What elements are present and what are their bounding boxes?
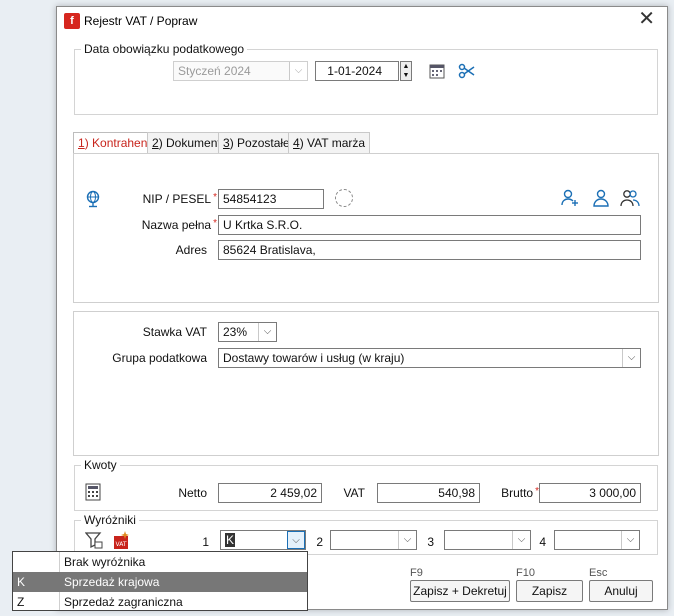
date-spinner[interactable]: ▲ ▼ (400, 61, 412, 81)
chevron-down-icon: ⌵ (289, 62, 307, 80)
list-item[interactable]: K Sprzedaż krajowa (13, 572, 307, 592)
tab-kontrahent-label: ) Kontrahent (84, 136, 151, 150)
net-input[interactable]: 2 459,02 (218, 483, 322, 503)
window-title: Rejestr VAT / Popraw (84, 14, 198, 28)
f9-hotkey: F9 (410, 567, 423, 579)
tab-kontrahent-num: 1 (78, 136, 85, 150)
month-select[interactable]: Styczeń 2024 ⌵ (173, 61, 308, 81)
tax-group-select[interactable]: Dostawy towarów i usług (w kraju) ⌵ (218, 348, 641, 368)
gross-label-text: Brutto (501, 486, 534, 500)
name-label: Nazwa pełna * (97, 218, 217, 232)
vat-rate-label: Stawka VAT (142, 325, 207, 339)
svg-text:VAT: VAT (115, 541, 126, 548)
nip-label-text: NIP / PESEL (142, 192, 212, 206)
save-button[interactable]: Zapisz (516, 580, 583, 602)
marker-2-select[interactable]: ⌵ (330, 530, 417, 550)
esc-hotkey: Esc (589, 567, 608, 579)
users-icon[interactable] (620, 189, 640, 210)
vat-rate-value: 23% (223, 325, 248, 339)
tab-vat-marza[interactable]: 4) VAT marża (288, 132, 371, 153)
marker-2-label: 2 (316, 535, 323, 549)
address-label: Adres (175, 243, 207, 257)
vat-marker-icon[interactable]: VAT (111, 530, 131, 553)
tab-vat-marza-label: ) VAT marża (299, 136, 366, 150)
tax-obligation-legend: Data obowiązku podatkowego (81, 42, 248, 56)
vat-amount-input[interactable]: 540,98 (377, 483, 480, 503)
scissors-icon[interactable] (458, 62, 476, 83)
chevron-down-icon: ⌵ (621, 531, 639, 549)
chevron-down-icon: ⌵ (622, 349, 640, 367)
chevron-down-icon: ⌵ (398, 531, 416, 549)
vat-rate-select[interactable]: 23% ⌵ (218, 322, 277, 342)
markers-legend: Wyróżniki (81, 513, 139, 527)
filter-icon[interactable] (84, 531, 103, 552)
tab-pozostale-label: ) Pozostałe (229, 136, 290, 150)
date-input[interactable]: 1-01-2024 (315, 61, 399, 81)
chevron-down-icon: ⌵ (287, 531, 305, 549)
title-bar: f Rejestr VAT / Popraw ✕ (57, 7, 667, 35)
marker-dropdown-list: Brak wyróżnika K Sprzedaż krajowa Z Sprz… (12, 551, 308, 611)
nip-label: NIP / PESEL * (97, 192, 217, 206)
calculator-icon[interactable] (85, 483, 101, 504)
spin-down-icon[interactable]: ▼ (401, 71, 411, 80)
user-icon[interactable] (592, 189, 610, 210)
option-label: Sprzedaż zagraniczna (64, 595, 183, 609)
spin-up-icon[interactable]: ▲ (401, 62, 411, 71)
f10-hotkey: F10 (516, 567, 535, 579)
tab-dokument-label: ) Dokument (158, 136, 221, 150)
nip-input-value: 54854123 (223, 192, 277, 206)
gross-input-value: 3 000,00 (589, 486, 636, 500)
net-label: Netto (178, 486, 207, 500)
vat-register-window: f Rejestr VAT / Popraw ✕ Data obowiązku … (56, 6, 668, 610)
nip-input[interactable]: 54854123 (218, 189, 324, 209)
amounts-legend: Kwoty (81, 458, 120, 472)
marker-4-select[interactable]: ⌵ (554, 530, 640, 550)
option-key: K (17, 575, 26, 589)
calendar-icon[interactable] (429, 63, 445, 82)
marker-3-label: 3 (427, 535, 434, 549)
vat-amount-input-value: 540,98 (438, 486, 475, 500)
tab-kontrahent[interactable]: 1) Kontrahent (73, 132, 156, 154)
option-label: Sprzedaż krajowa (64, 575, 160, 589)
option-label: Brak wyróżnika (64, 555, 146, 569)
tab-vat-marza-num: 4 (293, 136, 300, 150)
marker-1-label: 1 (202, 535, 209, 549)
date-input-value: 1-01-2024 (327, 64, 382, 78)
full-name-input[interactable]: U Krtka S.R.O. (218, 215, 641, 235)
app-icon: f (64, 13, 80, 29)
close-icon[interactable]: ✕ (638, 9, 655, 29)
gross-input[interactable]: 3 000,00 (539, 483, 641, 503)
tab-pozostale-num: 3 (223, 136, 230, 150)
net-input-value: 2 459,02 (270, 486, 317, 500)
add-user-icon[interactable] (561, 189, 579, 210)
marker-1-value: K (225, 533, 236, 547)
marker-3-select[interactable]: ⌵ (444, 530, 531, 550)
gross-label: Brutto * (493, 486, 539, 500)
chevron-down-icon: ⌵ (512, 531, 530, 549)
list-item[interactable]: Brak wyróżnika (13, 552, 307, 572)
chevron-down-icon: ⌵ (258, 323, 276, 341)
address-input-value: 85624 Bratislava, (223, 243, 316, 257)
tax-obligation-group: Data obowiązku podatkowego (74, 42, 658, 115)
list-item[interactable]: Z Sprzedaż zagraniczna (13, 592, 307, 612)
option-key: Z (17, 595, 25, 609)
address-input[interactable]: 85624 Bratislava, (218, 240, 641, 260)
tax-group-label: Grupa podatkowa (112, 351, 207, 365)
marker-4-label: 4 (539, 535, 546, 549)
save-decree-button[interactable]: Zapisz + Dekretuj (410, 580, 510, 602)
tab-dokument-num: 2 (152, 136, 159, 150)
required-marker: * (213, 218, 217, 229)
tax-group-value: Dostawy towarów i usług (w kraju) (223, 351, 405, 365)
vat-amount-label: VAT (343, 486, 365, 500)
tab-dokument[interactable]: 2) Dokument (147, 132, 226, 153)
name-label-text: Nazwa pełna (141, 218, 212, 232)
cancel-button[interactable]: Anuluj (589, 580, 653, 602)
tab-pozostale[interactable]: 3) Pozostałe (218, 132, 295, 153)
status-circle-icon[interactable] (335, 189, 353, 207)
required-marker: * (213, 192, 217, 203)
marker-1-select[interactable]: K ⌵ (220, 530, 306, 550)
month-select-value: Styczeń 2024 (178, 64, 251, 78)
full-name-input-value: U Krtka S.R.O. (223, 218, 303, 232)
